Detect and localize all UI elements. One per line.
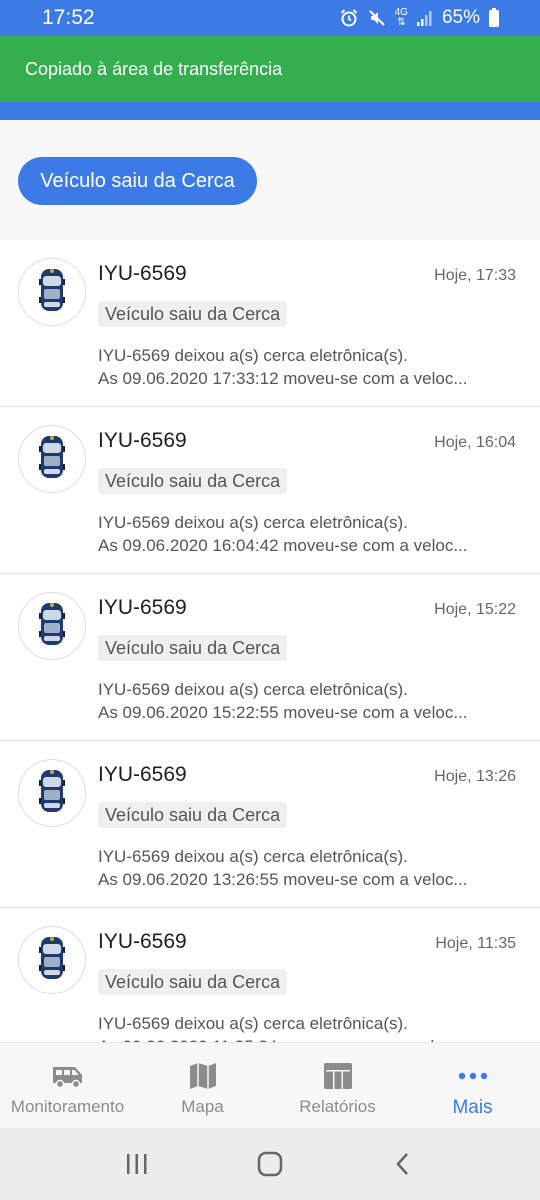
network-label: 4G: [394, 7, 408, 18]
alert-item[interactable]: IYU-6569 Hoje, 16:04 Veículo saiu da Cerca…: [0, 407, 540, 574]
alert-description: IYU-6569 deixou a(s) cerca eletrônica(s)…: [98, 845, 520, 891]
vehicle-plate: IYU-6569: [98, 763, 187, 786]
vehicle-plate: IYU-6569: [98, 596, 187, 619]
tab-label: Mais: [452, 1097, 493, 1118]
tab-mapa[interactable]: Mapa: [135, 1043, 270, 1128]
status-bar: 17:52 4G ⇅ 65%: [0, 0, 540, 36]
recent-apps-icon[interactable]: [117, 1144, 157, 1184]
tab-monitoramento[interactable]: Monitoramento: [0, 1043, 135, 1128]
alert-time: Hoje, 11:35: [435, 935, 516, 952]
vehicle-avatar: [18, 759, 86, 827]
tab-label: Monitoramento: [10, 1097, 125, 1116]
battery-level: 65%: [441, 7, 480, 28]
back-icon[interactable]: [383, 1144, 423, 1184]
reports-icon: [323, 1061, 353, 1091]
alert-description-line: As 09.06.2020 17:33:12 moveu-se com a ve…: [98, 369, 468, 388]
tab-relatorios[interactable]: Relatórios: [270, 1043, 405, 1128]
status-time: 17:52: [42, 6, 95, 29]
home-icon[interactable]: [250, 1144, 290, 1184]
alert-description-line: As 09.06.2020 11:35:34 moveu-se com a ve…: [98, 1035, 520, 1042]
alert-description-line: As 09.06.2020 13:26:55 moveu-se com a ve…: [98, 870, 468, 889]
alert-description: IYU-6569 deixou a(s) cerca eletrônica(s)…: [98, 344, 520, 390]
alert-description-line: IYU-6569 deixou a(s) cerca eletrônica(s)…: [98, 847, 408, 866]
vehicle-avatar: [18, 926, 86, 994]
mute-icon: [367, 8, 387, 28]
alert-description: IYU-6569 deixou a(s) cerca eletrônica(s)…: [98, 678, 520, 724]
alert-item[interactable]: IYU-6569 Hoje, 11:35 Veículo saiu da Cerca…: [0, 908, 540, 1042]
toast-message: Copiado à área de transferência: [25, 58, 283, 79]
alert-description: IYU-6569 deixou a(s) cerca eletrônica(s)…: [98, 511, 520, 557]
vehicle-plate: IYU-6569: [98, 262, 187, 285]
signal-icon: [416, 9, 434, 27]
tab-mais[interactable]: Mais: [405, 1043, 540, 1128]
vehicle-plate: IYU-6569: [98, 930, 187, 953]
battery-icon: [488, 8, 500, 28]
alert-description-line: IYU-6569 deixou a(s) cerca eletrônica(s)…: [98, 513, 408, 532]
alert-description-line: As 09.06.2020 16:04:42 moveu-se com a ve…: [98, 536, 468, 555]
alert-time: Hoje, 15:22: [434, 601, 516, 618]
more-icon: [458, 1061, 488, 1091]
tab-label: Mapa: [181, 1097, 224, 1116]
filter-chip-fence-exit[interactable]: Veículo saiu da Cerca: [18, 157, 257, 205]
vehicle-avatar: [18, 258, 86, 326]
map-icon: [188, 1061, 218, 1091]
car-icon: [39, 601, 65, 652]
alert-description: IYU-6569 deixou a(s) cerca eletrônica(s)…: [98, 1012, 520, 1042]
alert-type-tag: Veículo saiu da Cerca: [98, 468, 288, 494]
header-bar: [0, 102, 540, 120]
car-icon: [39, 768, 65, 819]
car-icon: [39, 434, 65, 485]
alert-item[interactable]: IYU-6569 Hoje, 17:33 Veículo saiu da Cerca…: [0, 240, 540, 407]
alert-item[interactable]: IYU-6569 Hoje, 15:22 Veículo saiu da Cerca…: [0, 574, 540, 741]
alert-type-tag: Veículo saiu da Cerca: [98, 969, 288, 995]
network-4g-icon: 4G ⇅: [394, 7, 408, 28]
filter-area: Veículo saiu da Cerca: [0, 120, 540, 240]
system-nav-bar: [0, 1128, 540, 1200]
vehicle-plate: IYU-6569: [98, 429, 187, 452]
car-icon: [39, 935, 65, 986]
car-icon: [39, 267, 65, 318]
alert-description-line: IYU-6569 deixou a(s) cerca eletrônica(s)…: [98, 346, 408, 365]
van-icon: [50, 1061, 86, 1091]
alert-time: Hoje, 13:26: [434, 768, 516, 785]
vehicle-avatar: [18, 592, 86, 660]
tab-label: Relatórios: [299, 1097, 376, 1116]
alert-description-line: As 09.06.2020 15:22:55 moveu-se com a ve…: [98, 703, 468, 722]
bottom-tab-bar: Monitoramento Mapa Relatórios Mais: [0, 1042, 540, 1128]
alert-type-tag: Veículo saiu da Cerca: [98, 635, 288, 661]
alarm-icon: [339, 8, 359, 28]
alert-time: Hoje, 17:33: [434, 267, 516, 284]
copied-toast: Copiado à área de transferência: [0, 36, 540, 102]
status-icons: 4G ⇅ 65%: [339, 7, 500, 29]
alert-type-tag: Veículo saiu da Cerca: [98, 802, 288, 828]
alert-description-line: IYU-6569 deixou a(s) cerca eletrônica(s)…: [98, 680, 408, 699]
alert-item[interactable]: IYU-6569 Hoje, 13:26 Veículo saiu da Cerca…: [0, 741, 540, 908]
alerts-list[interactable]: IYU-6569 Hoje, 17:33 Veículo saiu da Cerca…: [0, 240, 540, 1042]
alert-time: Hoje, 16:04: [434, 434, 516, 451]
alert-description-line: IYU-6569 deixou a(s) cerca eletrônica(s)…: [98, 1014, 408, 1033]
alert-type-tag: Veículo saiu da Cerca: [98, 301, 288, 327]
vehicle-avatar: [18, 425, 86, 493]
